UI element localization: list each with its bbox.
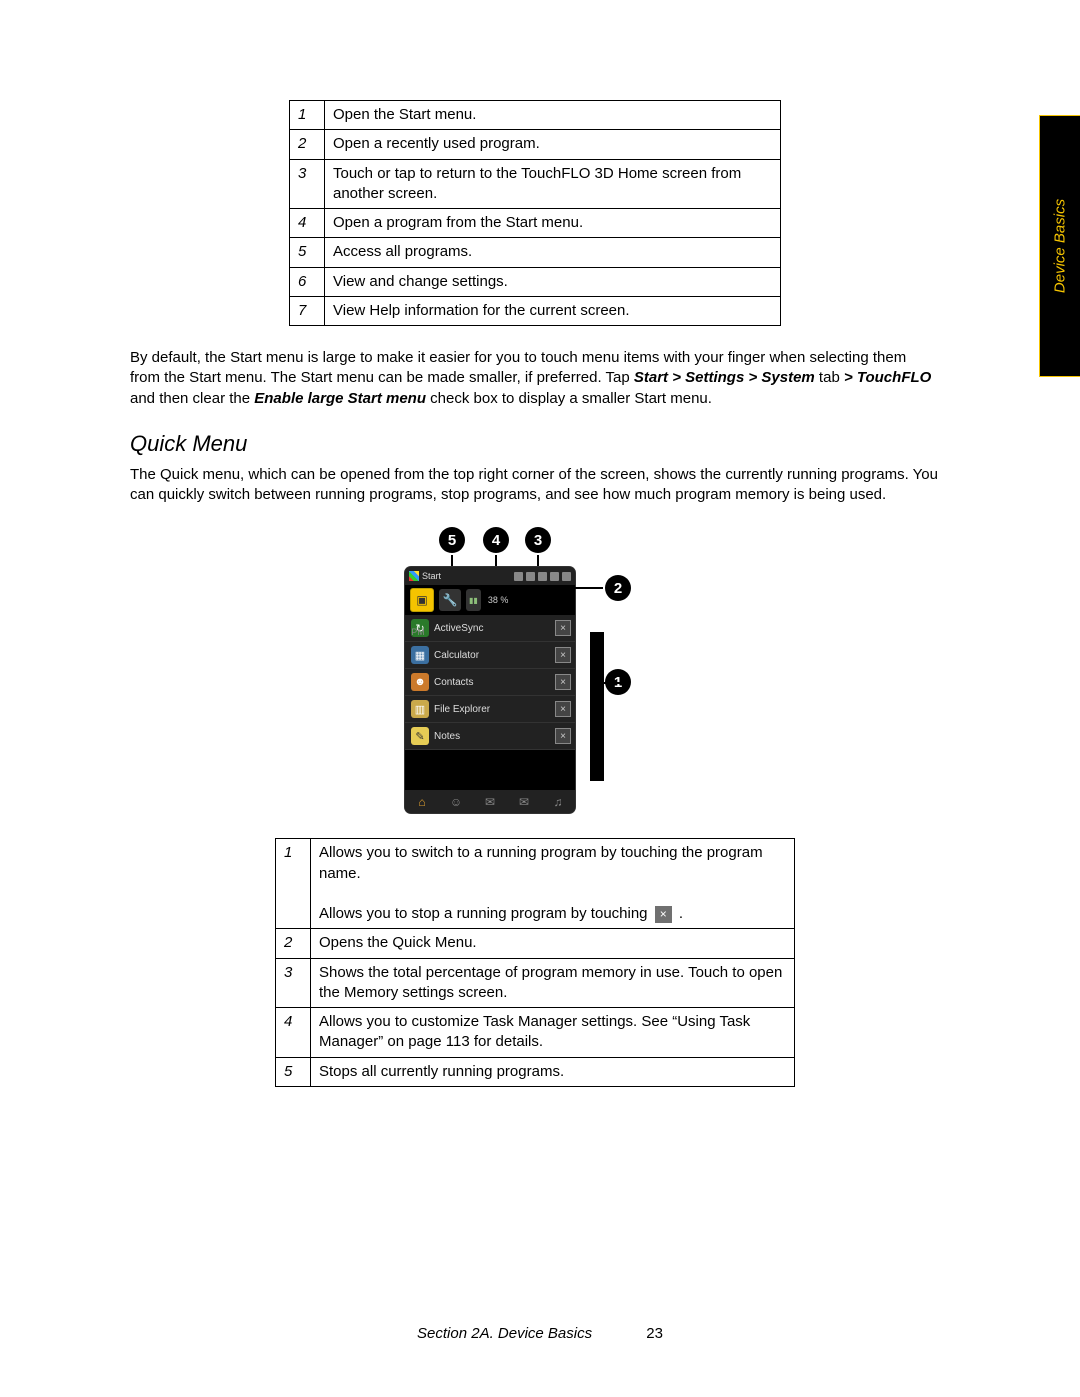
start-label: Start <box>422 571 441 581</box>
table-row: 5Access all programs. <box>290 238 781 267</box>
close-icon: × <box>555 620 571 636</box>
app-row: ✎ Notes × <box>405 723 575 750</box>
app-name: ActiveSync <box>434 623 483 634</box>
row-description: Open the Start menu. <box>325 101 781 130</box>
people-icon: ☺ <box>446 793 466 811</box>
row-index: 5 <box>276 1057 311 1086</box>
table-row: 4Open a program from the Start menu. <box>290 209 781 238</box>
table-row: 3Touch or tap to return to the TouchFLO … <box>290 159 781 209</box>
app-icon: ▥ <box>411 700 429 718</box>
home-side-column: PM <box>405 627 431 637</box>
row-index: 3 <box>276 958 311 1008</box>
app-name: Calculator <box>434 650 479 661</box>
table-row: 4Allows you to customize Task Manager se… <box>276 1008 795 1058</box>
callout-3: 3 <box>525 527 551 553</box>
row-description: Opens the Quick Menu. <box>311 929 795 958</box>
table-row: 1Open the Start menu. <box>290 101 781 130</box>
callout-2: 2 <box>605 575 631 601</box>
close-x-icon: × <box>655 906 672 923</box>
callout-4: 4 <box>483 527 509 553</box>
row-description: Shows the total percentage of program me… <box>311 958 795 1008</box>
row-index: 4 <box>276 1008 311 1058</box>
windows-flag-icon <box>409 571 419 581</box>
stop-all-button: ▣ <box>410 588 434 612</box>
row-index: 2 <box>276 929 311 958</box>
row-description: View and change settings. <box>325 267 781 296</box>
row-description: Access all programs. <box>325 238 781 267</box>
row-index: 6 <box>290 267 325 296</box>
footer-section-label: Section 2A. Device Basics <box>417 1325 592 1342</box>
messages-icon: ✉ <box>480 793 500 811</box>
table-row: 5Stops all currently running programs. <box>276 1057 795 1086</box>
section-side-tab: Device Basics <box>1039 115 1080 377</box>
table-row: 6View and change settings. <box>290 267 781 296</box>
table-row: 2Open a recently used program. <box>290 130 781 159</box>
row-index: 4 <box>290 209 325 238</box>
app-icon: ☻ <box>411 673 429 691</box>
close-icon: × <box>555 728 571 744</box>
callout-5: 5 <box>439 527 465 553</box>
title-bar: Start <box>405 567 575 585</box>
signal-icon <box>526 572 535 581</box>
row-description: View Help information for the current sc… <box>325 296 781 325</box>
row-description: Stops all currently running programs. <box>311 1057 795 1086</box>
app-row: ▥ File Explorer × <box>405 696 575 723</box>
row-description: Open a recently used program. <box>325 130 781 159</box>
volume-icon <box>538 572 547 581</box>
table-row: 3Shows the total percentage of program m… <box>276 958 795 1008</box>
mail-icon: ✉ <box>514 793 534 811</box>
app-name: Contacts <box>434 677 473 688</box>
close-icon: × <box>555 647 571 663</box>
start-menu-table: 1Open the Start menu.2Open a recently us… <box>289 100 781 326</box>
row-description: Allows you to switch to a running progra… <box>311 839 795 929</box>
quick-menu-icon <box>562 572 571 581</box>
row-description: Touch or tap to return to the TouchFLO 3… <box>325 159 781 209</box>
row-index: 5 <box>290 238 325 267</box>
app-icon: ✎ <box>411 727 429 745</box>
quick-menu-heading: Quick Menu <box>130 431 940 457</box>
settings-button: 🔧 <box>439 589 461 611</box>
row-index: 7 <box>290 296 325 325</box>
memory-indicator: ▮▮ <box>466 589 481 611</box>
quick-menu-toolbar: ▣ 🔧 ▮▮ 38 % <box>405 585 575 615</box>
quick-menu-table: 1Allows you to switch to a running progr… <box>275 838 795 1087</box>
close-icon: × <box>555 674 571 690</box>
row-index: 1 <box>290 101 325 130</box>
footer-page-number: 23 <box>646 1325 663 1342</box>
app-icon: ▦ <box>411 646 429 664</box>
status-icon <box>514 572 523 581</box>
app-row: ▦ Calculator × <box>405 642 575 669</box>
page-footer: Section 2A. Device Basics 23 <box>0 1325 1080 1342</box>
row-description: Allows you to customize Task Manager set… <box>311 1008 795 1058</box>
bottom-tab-bar: ⌂ ☺ ✉ ✉ ♫ <box>405 790 575 813</box>
quick-menu-paragraph: The Quick menu, which can be opened from… <box>130 465 940 506</box>
row-index: 1 <box>276 839 311 929</box>
home-icon: ⌂ <box>412 793 432 811</box>
music-icon: ♫ <box>548 793 568 811</box>
app-name: File Explorer <box>434 704 490 715</box>
section-side-tab-label: Device Basics <box>1052 199 1069 293</box>
app-row: ☻ Contacts × <box>405 669 575 696</box>
phone-mock: Start ▣ 🔧 ▮▮ 38 % <box>405 567 575 813</box>
table-row: 7View Help information for the current s… <box>290 296 781 325</box>
memory-percent: 38 % <box>488 595 509 605</box>
close-icon: × <box>555 701 571 717</box>
row-index: 3 <box>290 159 325 209</box>
row-index: 2 <box>290 130 325 159</box>
start-menu-paragraph: By default, the Start menu is large to m… <box>130 348 940 409</box>
row-description: Open a program from the Start menu. <box>325 209 781 238</box>
quick-menu-diagram: 5 4 3 Start <box>405 527 665 813</box>
table-row: 1Allows you to switch to a running progr… <box>276 839 795 929</box>
table-row: 2Opens the Quick Menu. <box>276 929 795 958</box>
battery-icon <box>550 572 559 581</box>
app-name: Notes <box>434 731 460 742</box>
